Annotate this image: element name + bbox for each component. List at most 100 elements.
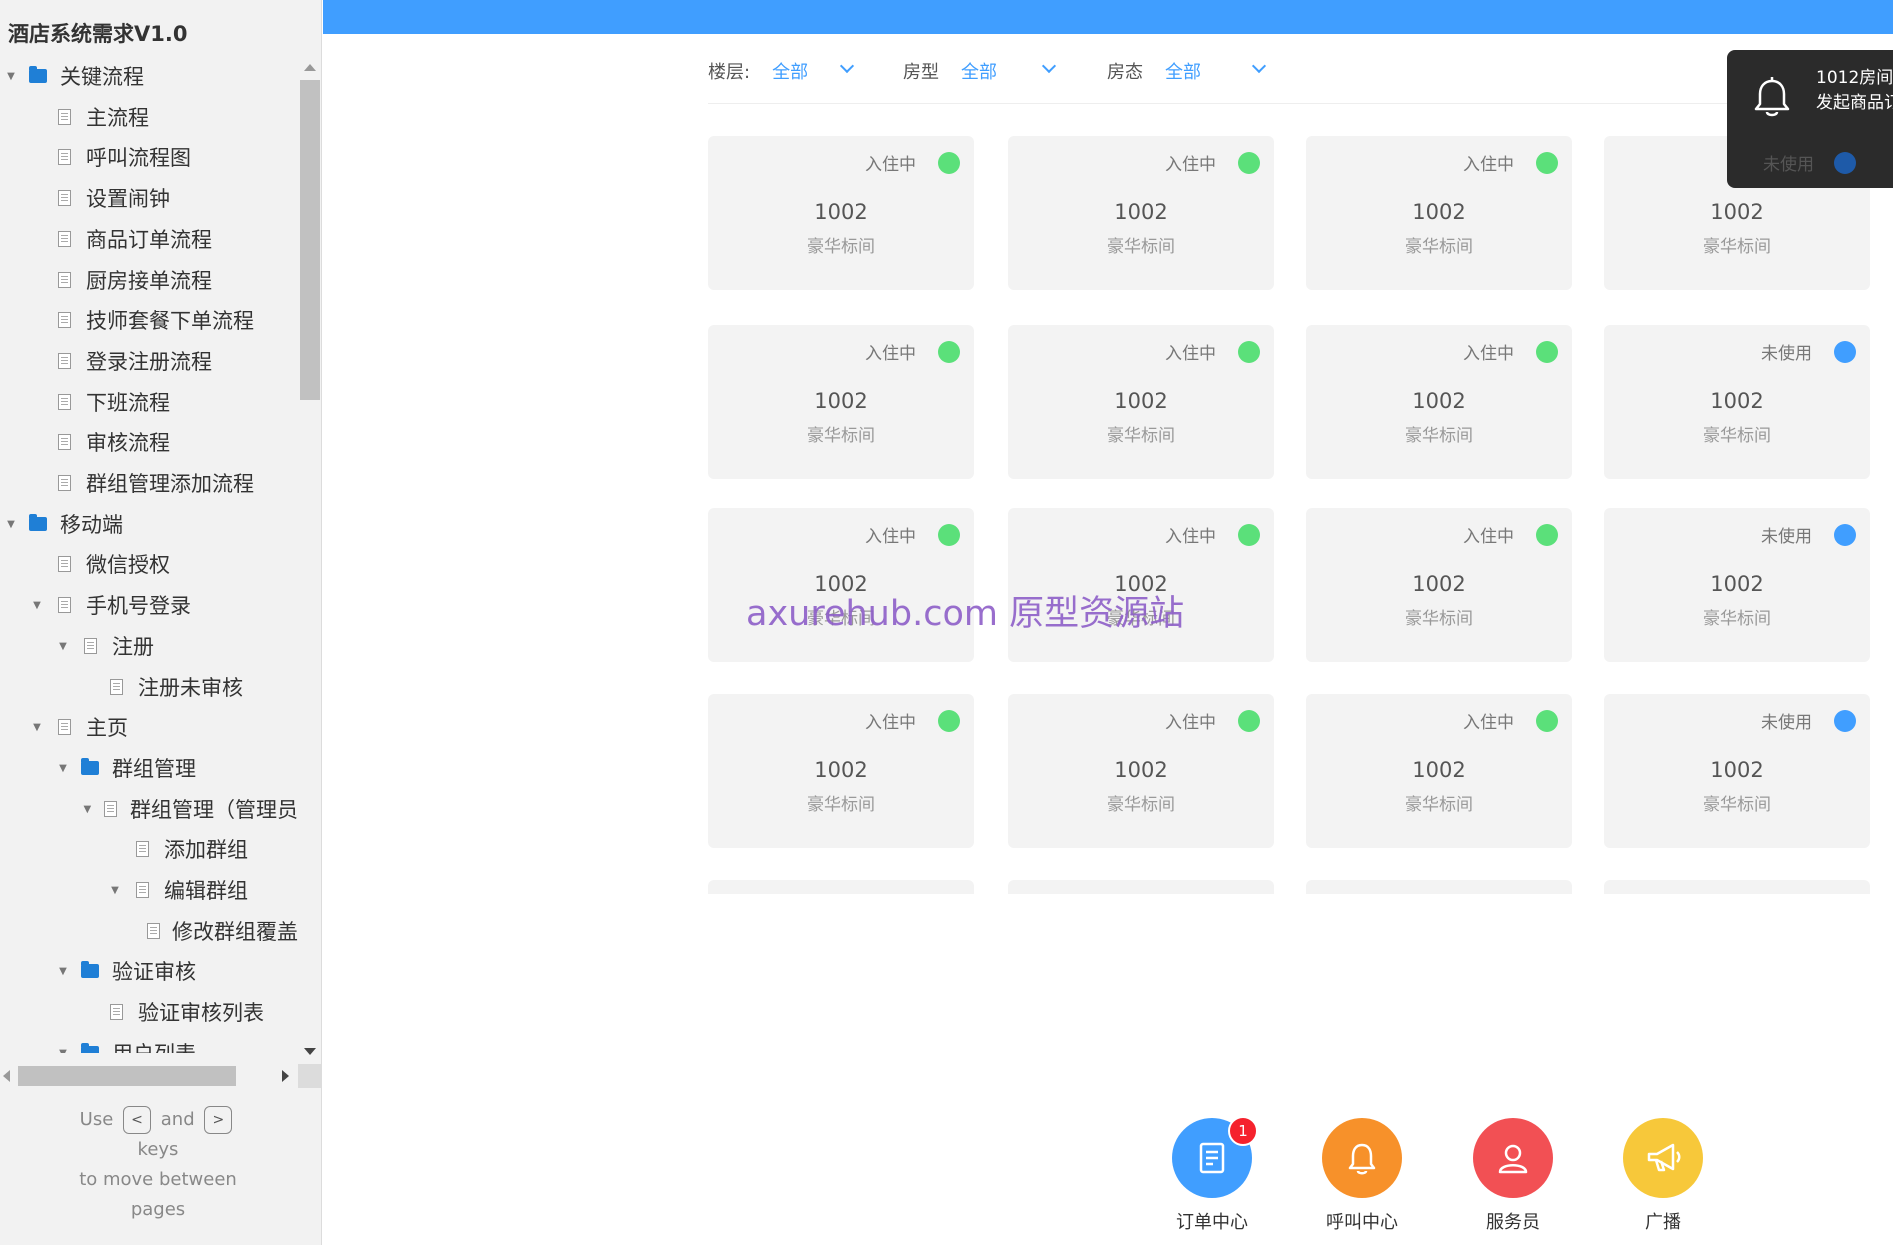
page-icon — [54, 475, 74, 491]
tree-item[interactable]: ▼ 主页 — [0, 707, 298, 747]
tree-item[interactable]: 厨房接单流程 — [0, 260, 298, 300]
tree-item[interactable]: ▼ 关键流程 — [0, 56, 298, 96]
project-title: 酒店系统需求V1.0 — [8, 22, 188, 46]
tree-horizontal-scrollbar[interactable] — [0, 1064, 321, 1088]
room-number: 1002 — [1114, 389, 1168, 413]
action-button[interactable]: 1 订单中心 — [1137, 1116, 1287, 1234]
action-button[interactable]: 服务员 — [1438, 1118, 1588, 1234]
room-type: 豪华标间 — [1405, 609, 1473, 629]
room-card[interactable]: 入住中 1002 豪华标间 — [1306, 694, 1572, 848]
tree-item[interactable]: 审核流程 — [0, 422, 298, 462]
room-status-label: 入住中 — [865, 527, 916, 547]
room-status-filter-value[interactable]: 全部 — [1165, 58, 1201, 84]
page-shape — [57, 353, 71, 369]
scroll-right-arrow-icon[interactable] — [282, 1070, 289, 1082]
tree-item-label: 商品订单流程 — [86, 228, 212, 252]
bell-icon[interactable] — [1322, 1118, 1402, 1198]
tree-item[interactable]: 设置闹钟 — [0, 178, 298, 218]
expand-arrow-icon[interactable]: ▼ — [82, 804, 93, 815]
room-card[interactable]: 入住中 1002 豪华标间 — [708, 136, 974, 290]
tree-item[interactable]: ▼ 编辑群组 — [0, 870, 298, 910]
tree-item[interactable]: 技师套餐下单流程 — [0, 300, 298, 340]
room-card[interactable]: 未使用 1002 豪华标间 — [1604, 325, 1870, 479]
tree-item[interactable]: 登录注册流程 — [0, 341, 298, 381]
action-button[interactable]: 呼叫中心 — [1287, 1118, 1437, 1234]
expand-arrow-icon[interactable]: ▼ — [56, 763, 70, 774]
room-card[interactable]: 入住中 1002 豪华标间 — [1306, 508, 1572, 662]
megaphone-icon[interactable] — [1623, 1118, 1703, 1198]
tree-item[interactable]: ▼ 验证审核 — [0, 951, 298, 991]
room-card[interactable]: 入住中 1002 豪华标间 — [708, 694, 974, 848]
room-card[interactable]: 入住中 1002 豪华标间 — [1008, 325, 1274, 479]
room-card[interactable]: 入住中 1002 豪华标间 — [1008, 136, 1274, 290]
floor-chevron-down-icon[interactable] — [839, 58, 855, 74]
tree-item[interactable]: ▼ 群组管理 — [0, 748, 298, 788]
scroll-down-arrow-icon[interactable] — [304, 1048, 316, 1055]
notification-underlying-status: 未使用 — [1763, 155, 1814, 175]
tree-item[interactable]: ▼ 手机号登录 — [0, 585, 298, 625]
room-card[interactable]: 入住中 1002 豪华标间 — [1306, 136, 1572, 290]
tree-item[interactable]: 验证审核列表 — [0, 992, 298, 1032]
tree-item-label: 验证审核列表 — [138, 1001, 264, 1025]
room-card-partial[interactable] — [1008, 880, 1274, 894]
room-card-partial[interactable] — [1306, 880, 1572, 894]
page-shape — [57, 190, 71, 206]
expand-arrow-icon[interactable]: ▼ — [56, 966, 70, 977]
room-number: 1002 — [1710, 389, 1764, 413]
folder-shape — [81, 758, 99, 775]
tree-item[interactable]: ▼ 移动端 — [0, 504, 298, 544]
tree-item[interactable]: 添加群组 — [0, 829, 298, 869]
page-icon — [54, 272, 74, 288]
room-number: 1002 — [814, 200, 868, 224]
scrollbar-thumb[interactable] — [18, 1066, 236, 1086]
tree-item[interactable]: 下班流程 — [0, 382, 298, 422]
room-card[interactable]: 入住中 1002 豪华标间 — [1306, 325, 1572, 479]
tree-item[interactable]: ▼ 用户列表 — [0, 1033, 298, 1053]
room-card[interactable]: 未使用 1002 豪华标间 — [1604, 694, 1870, 848]
next-key-icon: > — [204, 1106, 233, 1134]
order-icon[interactable]: 1 — [1172, 1116, 1258, 1198]
tree-item[interactable]: 主流程 — [0, 97, 298, 137]
scrollbar-thumb[interactable] — [300, 80, 320, 400]
floor-filter[interactable]: 楼层: 全部 — [708, 54, 808, 88]
room-type-chevron-down-icon[interactable] — [1041, 58, 1057, 74]
tree-item[interactable]: 呼叫流程图 — [0, 137, 298, 177]
action-button[interactable]: 广播 — [1588, 1118, 1738, 1234]
tree-item[interactable]: ▼ 群组管理（管理员 — [0, 789, 299, 829]
room-type-filter[interactable]: 房型 全部 — [903, 54, 997, 88]
floor-filter-value[interactable]: 全部 — [772, 58, 808, 84]
room-number: 1002 — [814, 389, 868, 413]
expand-arrow-icon[interactable]: ▼ — [4, 519, 18, 530]
expand-arrow-icon[interactable]: ▼ — [108, 885, 122, 896]
status-dot — [1834, 341, 1856, 363]
tree-item[interactable]: 商品订单流程 — [0, 219, 298, 259]
tree-item[interactable]: 微信授权 — [0, 544, 298, 584]
expand-arrow-icon[interactable]: ▼ — [4, 71, 18, 82]
room-status-chevron-down-icon[interactable] — [1251, 58, 1267, 74]
room-type: 豪华标间 — [1107, 426, 1175, 446]
expand-arrow-icon[interactable]: ▼ — [30, 600, 44, 611]
page-shape — [57, 272, 71, 288]
expand-arrow-icon[interactable]: ▼ — [56, 641, 70, 652]
tree-item[interactable]: 注册未审核 — [0, 667, 298, 707]
notification-toast[interactable]: 1012房间 发起商品订 未使用 — [1727, 50, 1893, 188]
expand-arrow-icon[interactable]: ▼ — [30, 722, 44, 733]
tree-vertical-scrollbar[interactable] — [298, 60, 321, 1055]
room-card-partial[interactable] — [708, 880, 974, 894]
scroll-up-arrow-icon[interactable] — [304, 64, 316, 71]
room-card[interactable]: 未使用 1002 豪华标间 — [1604, 508, 1870, 662]
tree-item-label: 群组管理添加流程 — [86, 472, 254, 496]
user-icon[interactable] — [1473, 1118, 1553, 1198]
tree-item-label: 注册未审核 — [138, 676, 243, 700]
expand-arrow-icon[interactable]: ▼ — [56, 1048, 70, 1054]
scroll-left-arrow-icon[interactable] — [3, 1070, 10, 1082]
tree-item[interactable]: 修改群组覆盖 — [0, 911, 298, 951]
room-status-filter[interactable]: 房态 全部 — [1107, 54, 1201, 88]
tree-item[interactable]: ▼ 注册 — [0, 626, 298, 666]
room-type-filter-value[interactable]: 全部 — [961, 58, 997, 84]
folder-icon — [80, 1043, 100, 1053]
room-card[interactable]: 入住中 1002 豪华标间 — [1008, 694, 1274, 848]
room-card-partial[interactable] — [1604, 880, 1870, 894]
room-card[interactable]: 入住中 1002 豪华标间 — [708, 325, 974, 479]
tree-item[interactable]: 群组管理添加流程 — [0, 463, 298, 503]
